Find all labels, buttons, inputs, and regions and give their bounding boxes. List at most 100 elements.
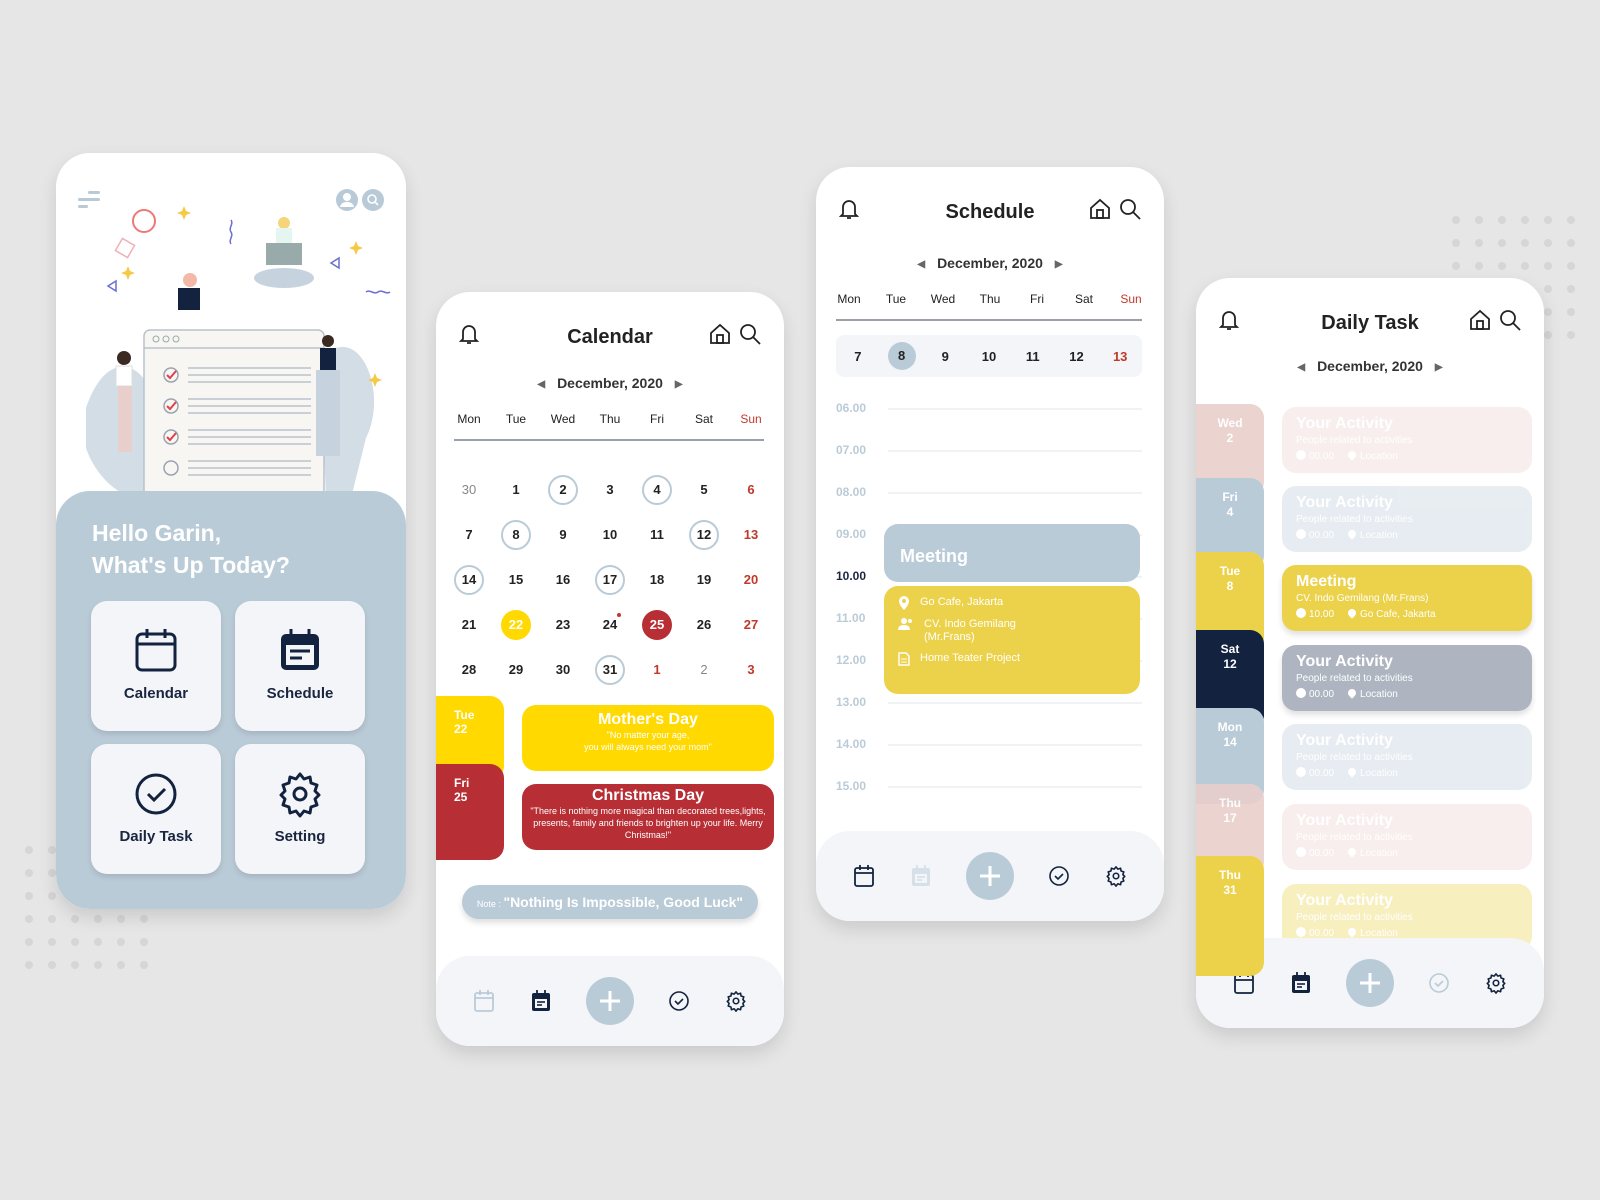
home-icon[interactable] — [1088, 197, 1112, 221]
event-card-christmas[interactable]: Christmas Day "There is nothing more mag… — [522, 784, 774, 850]
search-icon[interactable] — [1118, 197, 1142, 221]
home-icon[interactable] — [1468, 308, 1492, 332]
event-people: CV. Indo Gemilang (Mr.Frans) — [924, 618, 1016, 643]
week-day[interactable]: 9 — [923, 349, 967, 364]
day-cell[interactable]: 27 — [732, 610, 770, 640]
day-cell[interactable]: 8 — [497, 519, 535, 550]
dot — [1521, 239, 1529, 247]
add-button[interactable] — [1345, 959, 1394, 1007]
day-cell[interactable]: 1 — [497, 475, 535, 505]
event-card-mothers-day[interactable]: Mother's Day "No matter your age, you wi… — [522, 705, 774, 771]
day-cell[interactable]: 23 — [544, 610, 582, 640]
day-cell[interactable]: 26 — [685, 610, 723, 640]
task-card[interactable]: Meeting CV. Indo Gemilang (Mr.Frans) 10.00… — [1282, 565, 1532, 631]
nav-calendar-icon[interactable] — [853, 864, 875, 888]
day-cell[interactable]: 2 — [685, 655, 723, 685]
search-icon[interactable] — [738, 322, 762, 346]
event-details[interactable]: Go Cafe, Jakarta CV. Indo Gemilang (Mr.F… — [884, 586, 1140, 694]
week-day[interactable]: 7 — [836, 349, 880, 364]
dot — [117, 961, 125, 969]
week-day[interactable]: 13 — [1098, 349, 1142, 364]
task-meta: 00.00 Location — [1296, 845, 1532, 859]
day-cell[interactable]: 5 — [685, 475, 723, 505]
nav-schedule-icon[interactable] — [1290, 971, 1312, 995]
nav-schedule-icon[interactable] — [530, 989, 552, 1013]
day-cell[interactable]: 22 — [497, 609, 535, 640]
day-cell[interactable]: 11 — [638, 520, 676, 550]
day-tab[interactable]: Thu 31 — [1196, 856, 1264, 976]
nav-check-icon[interactable] — [1428, 972, 1450, 994]
hour-row: 07.00 — [836, 443, 1142, 485]
day-cell[interactable]: 4 — [638, 474, 676, 505]
dot — [25, 938, 33, 946]
day-cell[interactable]: 29 — [497, 655, 535, 685]
week-day[interactable]: 10 — [967, 349, 1011, 364]
day-cell[interactable]: 1 — [638, 655, 676, 685]
tile-calendar[interactable]: Calendar — [91, 601, 221, 731]
hour-label: 13.00 — [836, 695, 867, 709]
tile-schedule[interactable]: Schedule — [235, 601, 365, 731]
day-cell[interactable]: 16 — [544, 565, 582, 595]
weekday-label: Thu — [979, 292, 1001, 306]
next-month-icon[interactable]: ▶ — [675, 379, 683, 390]
month-label: December, 2020 — [937, 255, 1043, 271]
day-cell[interactable]: 31 — [591, 654, 629, 685]
day-cell[interactable]: 2 — [544, 474, 582, 505]
day-cell[interactable]: 3 — [732, 655, 770, 685]
task-card[interactable]: Your Activity People related to activitie… — [1282, 645, 1532, 711]
location-value: Location — [1360, 767, 1398, 779]
task-card[interactable]: Your Activity People related to activitie… — [1282, 724, 1532, 790]
event-header[interactable]: Meeting — [884, 524, 1140, 582]
day-cell[interactable]: 15 — [497, 565, 535, 595]
day-cell[interactable]: 25 — [638, 609, 676, 640]
day-cell[interactable]: 17 — [591, 564, 629, 595]
day-cell[interactable]: 24 — [591, 610, 629, 640]
dot — [117, 915, 125, 923]
week-day[interactable]: 12 — [1055, 349, 1099, 364]
prev-month-icon[interactable]: ◀ — [1297, 362, 1305, 373]
day-cell[interactable]: 9 — [544, 520, 582, 550]
day-cell[interactable]: 12 — [685, 519, 723, 550]
nav-schedule-icon[interactable] — [910, 864, 932, 888]
add-button[interactable] — [965, 852, 1014, 900]
next-month-icon[interactable]: ▶ — [1435, 362, 1443, 373]
tab-day: Wed — [1217, 416, 1243, 430]
nav-check-icon[interactable] — [1048, 865, 1070, 887]
home-icon[interactable] — [708, 322, 732, 346]
prev-month-icon[interactable]: ◀ — [917, 259, 925, 270]
nav-check-icon[interactable] — [668, 990, 690, 1012]
day-cell[interactable]: 6 — [732, 475, 770, 505]
task-card[interactable]: Your Activity People related to activitie… — [1282, 804, 1532, 870]
week-day[interactable]: 11 — [1011, 349, 1055, 364]
tile-daily-task[interactable]: Daily Task — [91, 744, 221, 874]
day-number: 7 — [465, 526, 473, 542]
hour-label: 11.00 — [836, 611, 866, 625]
schedule-screen: Schedule ◀ December, 2020 ▶ Mon Tue Wed Thu Fr… — [816, 167, 1164, 921]
next-month-icon[interactable]: ▶ — [1055, 259, 1063, 270]
nav-gear-icon[interactable] — [1485, 972, 1507, 994]
day-cell[interactable]: 28 — [450, 655, 488, 685]
task-card[interactable]: Your Activity People related to activitie… — [1282, 407, 1532, 473]
week-day[interactable]: 8 — [880, 342, 924, 370]
day-cell[interactable]: 13 — [732, 520, 770, 550]
day-cell[interactable]: 14 — [450, 564, 488, 595]
day-cell[interactable]: 10 — [591, 520, 629, 550]
nav-calendar-icon[interactable] — [473, 989, 495, 1013]
day-cell[interactable]: 19 — [685, 565, 723, 595]
day-number: 11 — [1025, 348, 1040, 364]
day-cell[interactable]: 3 — [591, 475, 629, 505]
tile-setting[interactable]: Setting — [235, 744, 365, 874]
nav-gear-icon[interactable] — [1105, 865, 1127, 887]
day-cell[interactable]: 30 — [450, 475, 488, 505]
day-cell[interactable]: 30 — [544, 655, 582, 685]
day-cell[interactable]: 21 — [450, 610, 488, 640]
day-cell[interactable]: 20 — [732, 565, 770, 595]
prev-month-icon[interactable]: ◀ — [537, 379, 545, 390]
nav-gear-icon[interactable] — [725, 990, 747, 1012]
add-button[interactable] — [585, 977, 634, 1025]
month-grid: 30 1 2 3 4 5 6 7 8 9 10 11 12 13 14 15 16 17 18 19 20 21 22 23 2… — [450, 467, 770, 692]
search-icon[interactable] — [1498, 308, 1522, 332]
task-card[interactable]: Your Activity People related to activitie… — [1282, 486, 1532, 552]
day-cell[interactable]: 18 — [638, 565, 676, 595]
day-cell[interactable]: 7 — [450, 520, 488, 550]
